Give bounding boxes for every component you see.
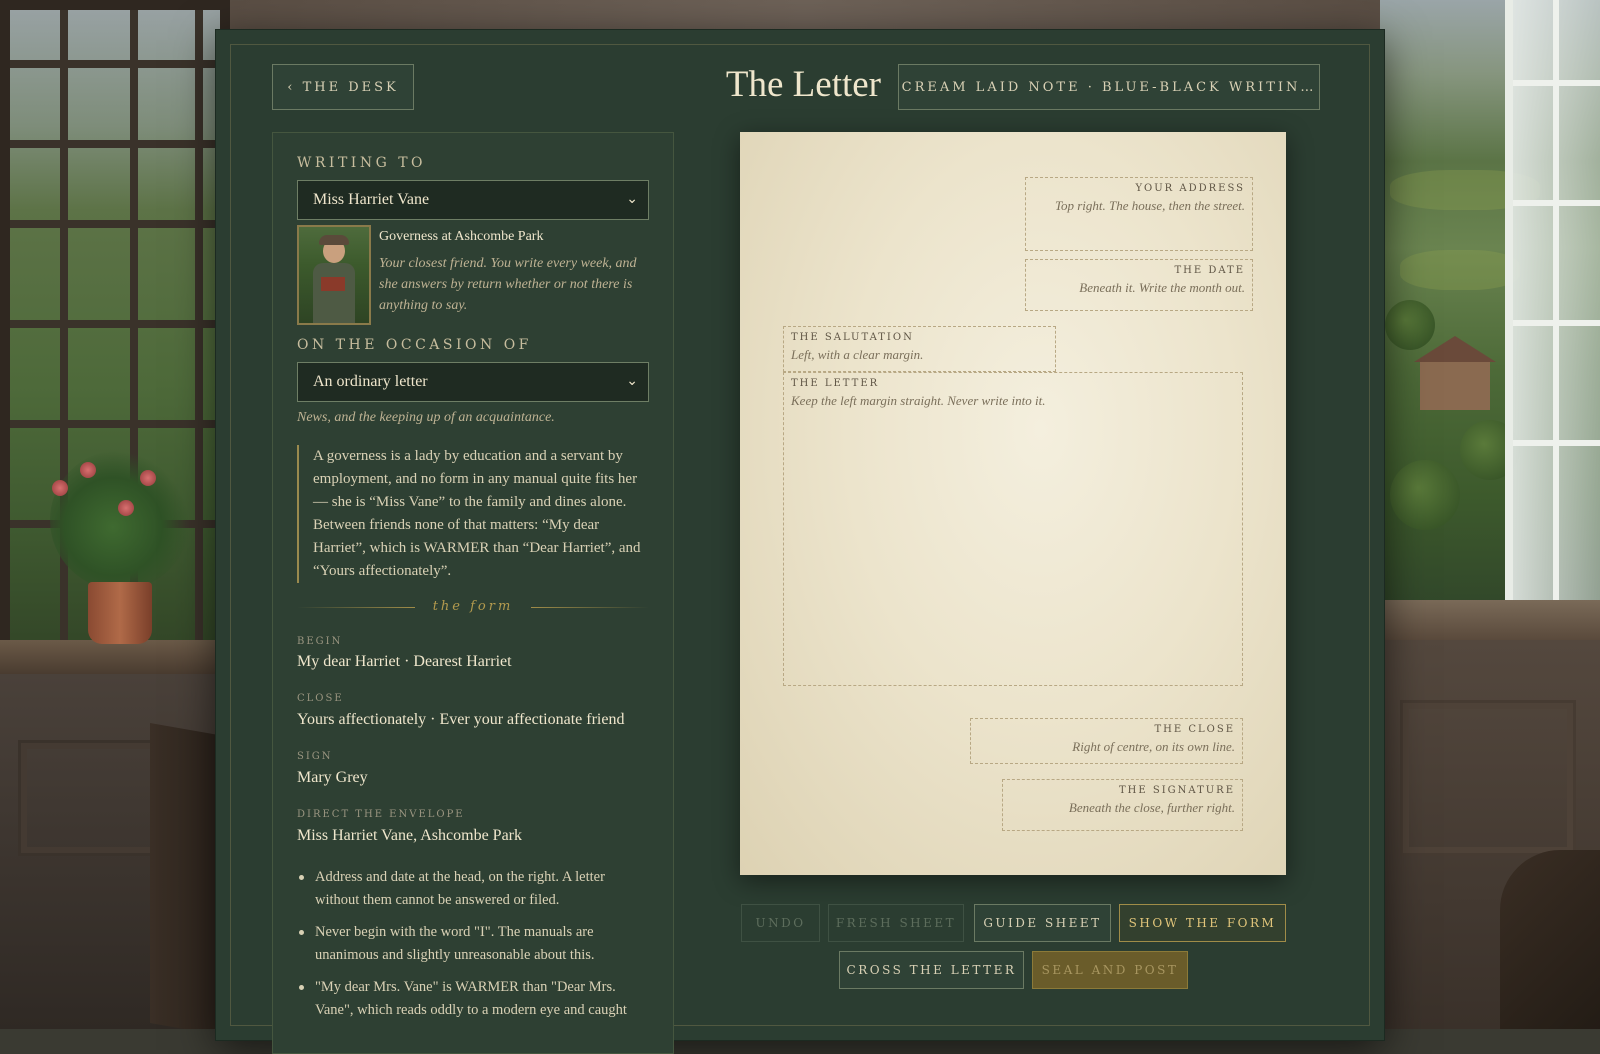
ceiling-beam — [230, 0, 1380, 30]
guide-sheet-button[interactable]: GUIDE SHEET — [974, 904, 1111, 942]
page-title: The Letter — [725, 64, 881, 105]
signature-zone[interactable]: THE SIGNATURE Beneath the close, further… — [1002, 779, 1243, 831]
salutation-zone-title: THE SALUTATION — [791, 332, 914, 343]
body-zone-hint: Keep the left margin straight. Never wri… — [791, 393, 1046, 408]
begin-label: BEGIN — [297, 636, 343, 647]
sign-label: SIGN — [297, 751, 333, 762]
paper-choice-button[interactable]: CREAM LAID NOTE · BLUE-BLACK WRITIN… — [898, 64, 1320, 110]
right-wall-panel — [1400, 700, 1576, 856]
signature-zone-hint: Beneath the close, further right. — [1068, 800, 1235, 815]
recipient-portrait — [297, 225, 371, 325]
flower — [118, 500, 134, 516]
list-item: Never begin with the word "I". The manua… — [297, 921, 649, 967]
letter-sheet[interactable]: YOUR ADDRESS Top right. The house, then … — [740, 132, 1286, 875]
writing-to-label: WRITING TO — [297, 155, 427, 171]
begin-value: My dear Harriet · Dearest Harriet — [297, 653, 512, 670]
flower — [52, 480, 68, 496]
close-label: CLOSE — [297, 693, 344, 704]
salutation-zone-hint: Left, with a clear margin. — [791, 347, 924, 362]
occasion-select-value: An ordinary letter — [313, 373, 428, 390]
envelope-label: DIRECT THE ENVELOPE — [297, 809, 465, 820]
date-zone[interactable]: THE DATE Beneath it. Write the month out… — [1025, 259, 1253, 311]
recipient-select-value: Miss Harriet Vane — [313, 191, 430, 208]
open-casement — [1505, 0, 1600, 600]
list-item: Address and date at the head, on the rig… — [297, 866, 649, 912]
guidance-quote: A governess is a lady by education and a… — [297, 445, 649, 583]
flower — [140, 470, 156, 486]
right-window-sill — [1380, 600, 1600, 640]
sign-value: Mary Grey — [297, 769, 368, 786]
fresh-sheet-button[interactable]: FRESH SHEET — [828, 904, 964, 942]
salutation-zone[interactable]: THE SALUTATION Left, with a clear margin… — [783, 326, 1056, 372]
recipient-role: Governess at Ashcombe Park — [379, 229, 544, 244]
show-form-button[interactable]: SHOW THE FORM — [1119, 904, 1286, 942]
date-zone-title: THE DATE — [1174, 265, 1245, 276]
flower — [80, 462, 96, 478]
body-zone[interactable]: THE LETTER Keep the left margin straight… — [783, 372, 1243, 686]
letter-guide-sidebar: WRITING TO Miss Harriet Vane ⌄ Governess… — [272, 132, 674, 1054]
tree — [1390, 460, 1460, 530]
field — [1400, 250, 1520, 290]
armchair — [1500, 850, 1600, 1029]
body-zone-title: THE LETTER — [791, 378, 880, 389]
list-item: "My dear Mrs. Vane" is WARMER than "Dear… — [297, 976, 649, 1022]
close-zone[interactable]: THE CLOSE Right of centre, on its own li… — [970, 718, 1243, 764]
recipient-description: Your closest friend. You write every wee… — [379, 256, 637, 313]
envelope-value: Miss Harriet Vane, Ashcombe Park — [297, 827, 522, 844]
seal-post-button[interactable]: SEAL AND POST — [1032, 951, 1188, 989]
chevron-down-icon: ⌄ — [626, 374, 638, 389]
close-zone-hint: Right of centre, on its own line. — [1072, 739, 1235, 754]
back-to-desk-button[interactable]: ‹ THE DESK — [272, 64, 414, 110]
date-zone-hint: Beneath it. Write the month out. — [1079, 280, 1245, 295]
form-divider: the form — [297, 599, 649, 614]
occasion-label: ON THE OCCASION OF — [297, 337, 532, 353]
letter-rules-list: Address and date at the head, on the rig… — [297, 866, 649, 1031]
distant-house — [1414, 336, 1496, 410]
chevron-down-icon: ⌄ — [626, 192, 638, 207]
letter-panel: ‹ THE DESK The Letter CREAM LAID NOTE · … — [216, 30, 1384, 1054]
left-window-sill — [0, 640, 230, 674]
address-zone[interactable]: YOUR ADDRESS Top right. The house, then … — [1025, 177, 1253, 251]
address-zone-title: YOUR ADDRESS — [1135, 183, 1245, 194]
close-zone-title: THE CLOSE — [1154, 724, 1235, 735]
occasion-note: News, and the keeping up of an acquainta… — [297, 410, 555, 425]
undo-button[interactable]: UNDO — [741, 904, 820, 942]
occasion-select[interactable]: An ordinary letter ⌄ — [297, 362, 649, 402]
close-value: Yours affectionately · Ever your affecti… — [297, 711, 625, 728]
signature-zone-title: THE SIGNATURE — [1118, 785, 1235, 796]
geranium-plant — [50, 450, 190, 590]
address-zone-hint: Top right. The house, then the street. — [1054, 198, 1245, 213]
cross-letter-button[interactable]: CROSS THE LETTER — [839, 951, 1024, 989]
flower-pot — [88, 582, 152, 644]
recipient-select[interactable]: Miss Harriet Vane ⌄ — [297, 180, 649, 220]
